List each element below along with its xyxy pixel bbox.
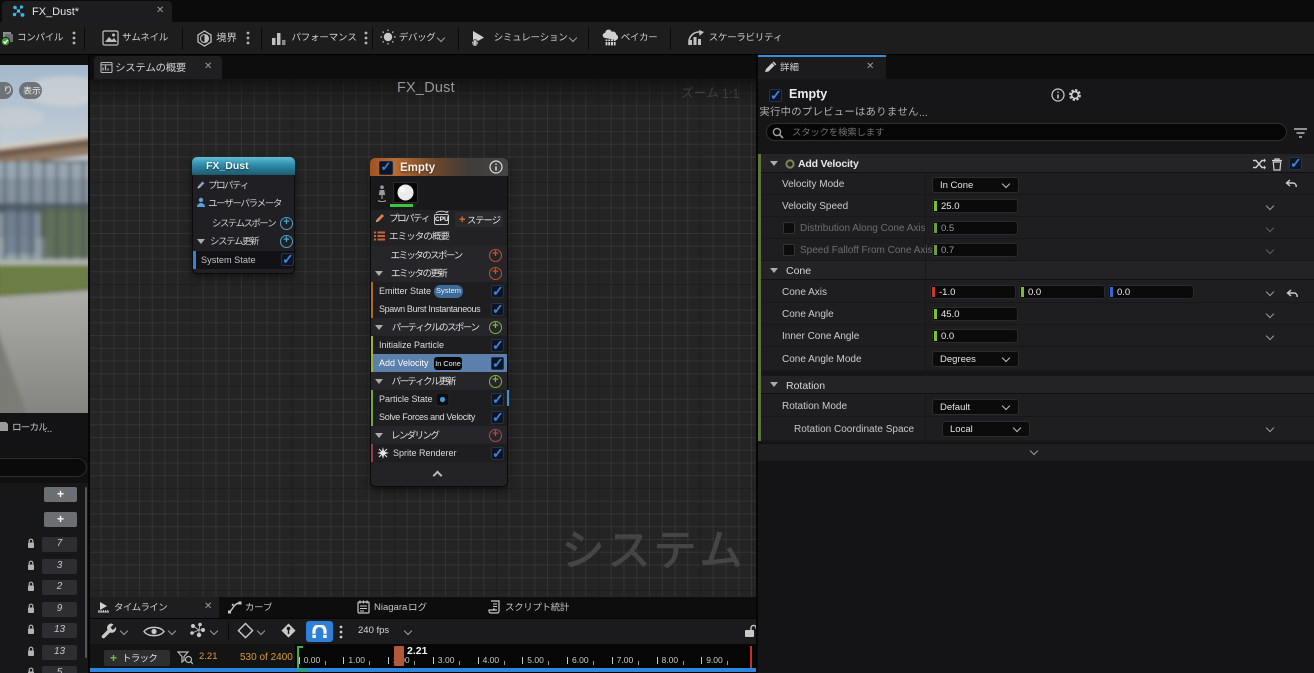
svg-text:2.0: 2.0 xyxy=(472,41,479,47)
